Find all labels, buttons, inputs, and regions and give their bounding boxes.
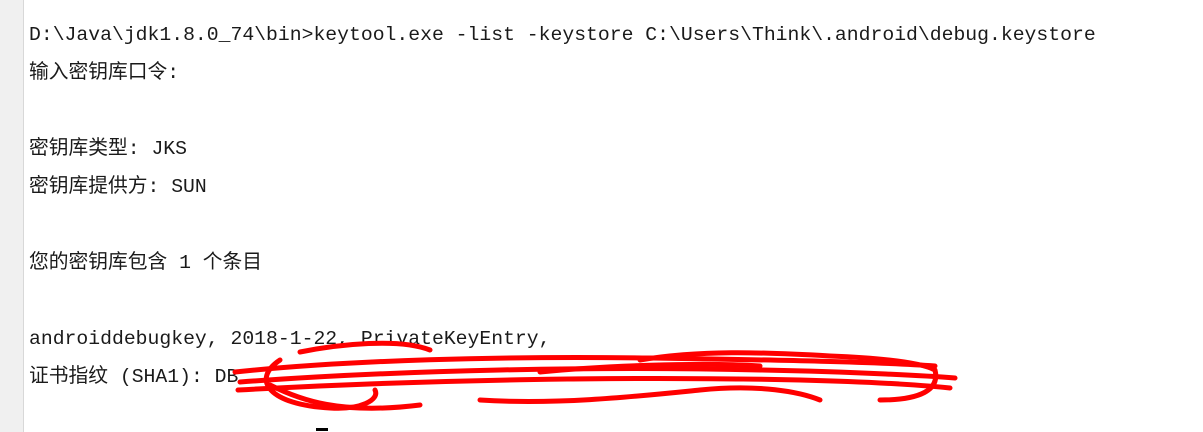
sha1-fingerprint: 证书指纹 (SHA1): DB (29, 366, 239, 388)
password-prompt: 输入密钥库口令: (29, 62, 180, 84)
keystore-provider: 密钥库提供方: SUN (29, 176, 207, 198)
key-entry: androiddebugkey, 2018-1-22, PrivateKeyEn… (29, 328, 551, 350)
entry-count: 您的密钥库包含 1 个条目 (29, 252, 263, 274)
console-output: D:\Java\jdk1.8.0_74\bin>keytool.exe -lis… (29, 16, 1096, 396)
command-line: D:\Java\jdk1.8.0_74\bin>keytool.exe -lis… (29, 24, 1096, 46)
keystore-type: 密钥库类型: JKS (29, 138, 188, 160)
text-cursor (316, 428, 328, 431)
left-gutter (0, 0, 24, 432)
